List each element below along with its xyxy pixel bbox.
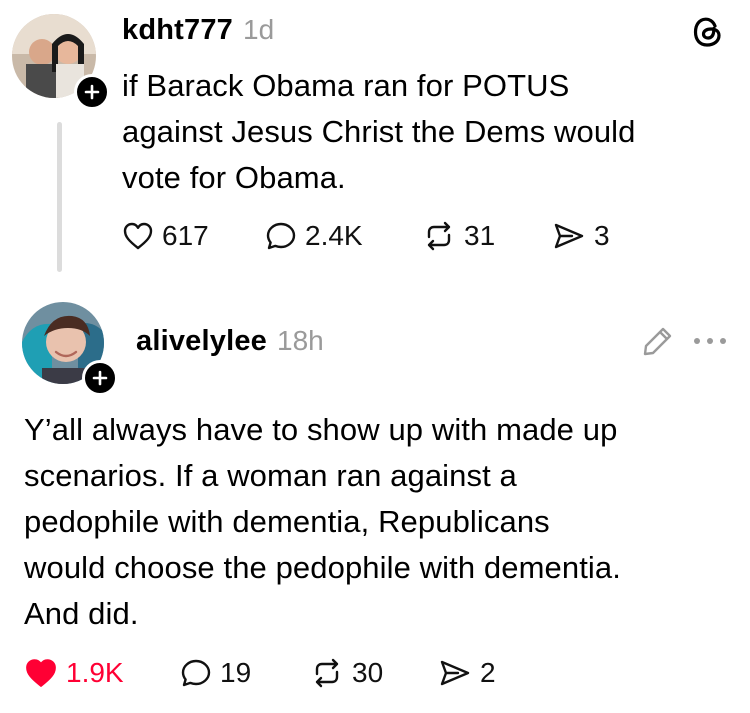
heart-filled-icon [26, 659, 56, 687]
thread-line [57, 122, 62, 272]
share-count: 3 [594, 220, 610, 251]
heart-icon [123, 222, 153, 250]
text-line: Y’all always have to show up with made u… [24, 412, 618, 447]
share-count: 2 [480, 657, 496, 688]
post-2-header: alivelylee 18h [136, 325, 324, 358]
repost-icon [427, 221, 451, 251]
send-icon [440, 660, 470, 686]
reply-count: 2.4K [305, 220, 363, 251]
share-button[interactable]: 3 [552, 220, 610, 252]
reply-button[interactable]: 2.4K [265, 220, 363, 252]
reply-count: 19 [220, 657, 252, 688]
timestamp: 1d [243, 14, 275, 45]
like-count: 1.9K [66, 657, 124, 688]
post-1-header: kdht777 1d [122, 14, 274, 47]
comment-icon [266, 222, 296, 250]
send-icon [554, 223, 584, 249]
username[interactable]: alivelylee [136, 325, 267, 357]
plus-icon [84, 84, 100, 100]
text-line: pedophile with dementia, Republicans [24, 504, 550, 539]
text-line: would choose the pedophile with dementia… [24, 550, 621, 585]
like-button[interactable]: 617 [122, 220, 209, 252]
follow-button-kdht777[interactable] [74, 74, 110, 110]
timestamp: 18h [277, 325, 324, 356]
reply-button[interactable]: 19 [180, 657, 251, 689]
text-line: And did. [24, 596, 139, 631]
plus-icon [92, 370, 108, 386]
repost-icon [315, 658, 339, 688]
repost-count: 31 [464, 220, 496, 251]
like-button[interactable]: 1.9K [24, 657, 124, 689]
share-button[interactable]: 2 [438, 657, 496, 689]
text-line: if Barack Obama ran for POTUS [122, 68, 570, 103]
repost-button[interactable]: 30 [310, 657, 383, 689]
text-line: vote for Obama. [122, 160, 346, 195]
follow-button-alivelylee[interactable] [82, 360, 118, 396]
repost-button[interactable]: 31 [422, 220, 495, 252]
username[interactable]: kdht777 [122, 14, 233, 46]
text-line: against Jesus Christ the Dems would [122, 114, 636, 149]
threads-icon[interactable] [690, 14, 726, 50]
post-1-text: if Barack Obama ran for POTUS against Je… [122, 63, 722, 201]
post-2-text: Y’all always have to show up with made u… [24, 407, 734, 637]
text-line: scenarios. If a woman ran against a [24, 458, 517, 493]
edit-icon[interactable] [641, 324, 675, 358]
repost-count: 30 [352, 657, 384, 688]
more-options-icon[interactable] [692, 334, 728, 348]
like-count: 617 [162, 220, 209, 251]
comment-icon [181, 659, 211, 687]
